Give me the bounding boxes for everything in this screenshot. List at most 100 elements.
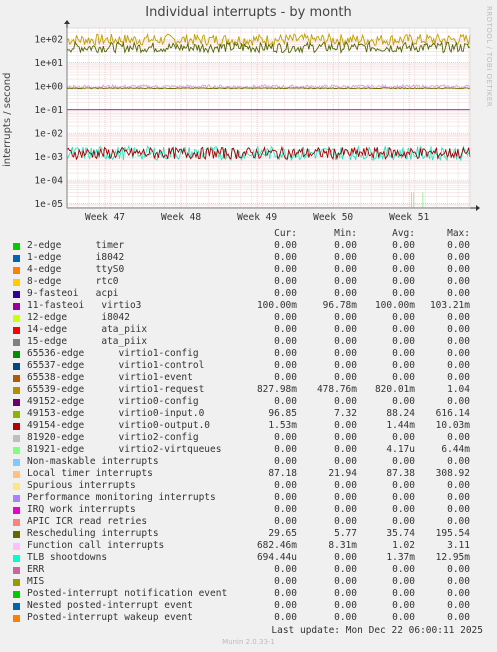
legend-swatch [13, 363, 20, 370]
legend-series-name: 65539-edge virtio1-request [27, 384, 205, 395]
legend-max-value: 195.54 [435, 528, 470, 539]
legend-swatch [13, 435, 20, 442]
legend-swatch [13, 351, 20, 358]
legend-row: 2-edge timer 0.00 0.00 0.00 0.00 [0, 240, 497, 252]
legend-row: 65539-edge virtio1-request 827.98m 478.76m… [0, 384, 497, 396]
legend-max-value: 0.00 [447, 492, 470, 503]
y-tick-label: 1e+01 [34, 58, 63, 69]
legend-row: 9-fasteoi acpi 0.00 0.00 0.00 0.00 [0, 288, 497, 300]
legend-series-name: 4-edge ttyS0 [27, 264, 125, 275]
legend-swatch [13, 411, 20, 418]
legend-max-value: 0.00 [447, 504, 470, 515]
x-tick-label: Week 49 [237, 212, 277, 223]
legend-swatch [13, 303, 20, 310]
legend-row: Function call interrupts 682.46m 8.31m 1.02… [0, 540, 497, 552]
legend-swatch [13, 519, 20, 526]
legend-row: Rescheduling interrupts 29.65 5.77 35.74 195… [0, 528, 497, 540]
legend-max-value: 3.11 [447, 540, 470, 551]
legend-series-name: Nested posted-interrupt event [27, 600, 193, 611]
legend-series-name: ERR [27, 564, 45, 575]
legend-swatch [13, 567, 20, 574]
legend-swatch [13, 279, 20, 286]
legend-swatch [13, 327, 20, 334]
legend-series-name: 81921-edge virtio2-virtqueues [27, 444, 222, 455]
legend-swatch [13, 603, 20, 610]
x-tick-label: Week 51 [389, 212, 429, 223]
col-header-max: Max: [447, 228, 470, 239]
legend-max-value: 12.95m [435, 552, 470, 563]
y-tick-label: 1e+02 [34, 35, 63, 46]
legend-series-name: Local timer interrupts [27, 468, 153, 479]
legend-row: 65536-edge virtio1-config 0.00 0.00 0.00 0.0… [0, 348, 497, 360]
legend-swatch [13, 267, 20, 274]
legend-swatch [13, 483, 20, 490]
legend-max-value: 0.00 [447, 396, 470, 407]
x-axis-arrow [476, 205, 480, 211]
legend-max-value: 0.00 [447, 324, 470, 335]
y-tick-label: 1e-01 [34, 105, 63, 116]
legend-max-value: 616.14 [435, 408, 470, 419]
legend-swatch [13, 507, 20, 514]
legend-swatch [13, 579, 20, 586]
legend-max-value: 0.00 [447, 288, 470, 299]
legend-max-value: 0.00 [447, 336, 470, 347]
legend-row: Performance monitoring interrupts 0.00 0.0… [0, 492, 497, 504]
legend-series-name: Performance monitoring interrupts [27, 492, 216, 503]
legend-row: 11-fasteoi virtio3 100.00m 96.78m 100.00m 10… [0, 300, 497, 312]
legend-swatch [13, 615, 20, 622]
legend-max-value: 0.00 [447, 588, 470, 599]
legend-series-name: 49154-edge virtio0-output.0 [27, 420, 211, 431]
legend-max-value: 10.03m [435, 420, 470, 431]
legend-series-name: 12-edge i8042 [27, 312, 130, 323]
legend-swatch [13, 255, 20, 262]
legend-max-value: 0.00 [447, 372, 470, 383]
legend-series-name: 2-edge timer [27, 240, 125, 251]
legend-series-name: Function call interrupts [27, 540, 165, 551]
legend-series-name: MIS [27, 576, 45, 587]
legend-swatch [13, 471, 20, 478]
legend-row: 14-edge ata_piix 0.00 0.00 0.00 0.00 [0, 324, 497, 336]
legend-row: ERR 0.00 0.00 0.00 0.00 [0, 564, 497, 576]
legend-row: 4-edge ttyS0 0.00 0.00 0.00 0.00 [0, 264, 497, 276]
y-tick-label: 1e-03 [34, 152, 63, 163]
legend-row: 12-edge i8042 0.00 0.00 0.00 0.00 [0, 312, 497, 324]
legend-max-value: 0.00 [447, 576, 470, 587]
legend-series-name: 11-fasteoi virtio3 [27, 300, 142, 311]
legend-row: APIC ICR read retries 0.00 0.00 0.00 0.00 [0, 516, 497, 528]
legend-row: 49153-edge virtio0-input.0 96.85 7.32 88.24… [0, 408, 497, 420]
legend-max-value: 0.00 [447, 564, 470, 575]
x-tick-label: Week 47 [85, 212, 125, 223]
legend-row: 81920-edge virtio2-config 0.00 0.00 0.00 0.0… [0, 432, 497, 444]
legend-swatch [13, 555, 20, 562]
y-tick-label: 1e-02 [34, 129, 63, 140]
legend-row: Spurious interrupts 0.00 0.00 0.00 0.00 [0, 480, 497, 492]
legend-max-value: 0.00 [447, 348, 470, 359]
legend-series-name: 1-edge i8042 [27, 252, 125, 263]
legend-swatch [13, 339, 20, 346]
legend-swatch [13, 531, 20, 538]
legend-swatch [13, 495, 20, 502]
legend-series-name: Spurious interrupts [27, 480, 136, 491]
legend-series-name: 65537-edge virtio1-control [27, 360, 205, 371]
legend-row: IRQ work interrupts 0.00 0.00 0.00 0.00 [0, 504, 497, 516]
x-tick-label: Week 48 [161, 212, 201, 223]
legend-swatch [13, 447, 20, 454]
legend-series-name: 15-edge ata_piix [27, 336, 148, 347]
legend-series-name: 65538-edge virtio1-event [27, 372, 193, 383]
legend-swatch [13, 459, 20, 466]
legend-swatch [13, 399, 20, 406]
legend-max-value: 0.00 [447, 612, 470, 623]
legend-max-value: 1.04 [447, 384, 470, 395]
legend-row: 15-edge ata_piix 0.00 0.00 0.00 0.00 [0, 336, 497, 348]
legend-series-name: Posted-interrupt notification event [27, 588, 228, 599]
legend-row: Non-maskable interrupts 0.00 0.00 0.00 0.00 [0, 456, 497, 468]
legend-swatch [13, 375, 20, 382]
munin-version: Munin 2.0.33-1 [222, 638, 275, 646]
legend-max-value: 0.00 [447, 264, 470, 275]
legend-max-value: 0.00 [447, 276, 470, 287]
legend-swatch [13, 387, 20, 394]
legend-row: Posted-interrupt wakeup event 0.00 0.00 0.0… [0, 612, 497, 624]
legend-swatch [13, 291, 20, 298]
x-tick-label: Week 50 [313, 212, 353, 223]
legend-swatch [13, 243, 20, 250]
